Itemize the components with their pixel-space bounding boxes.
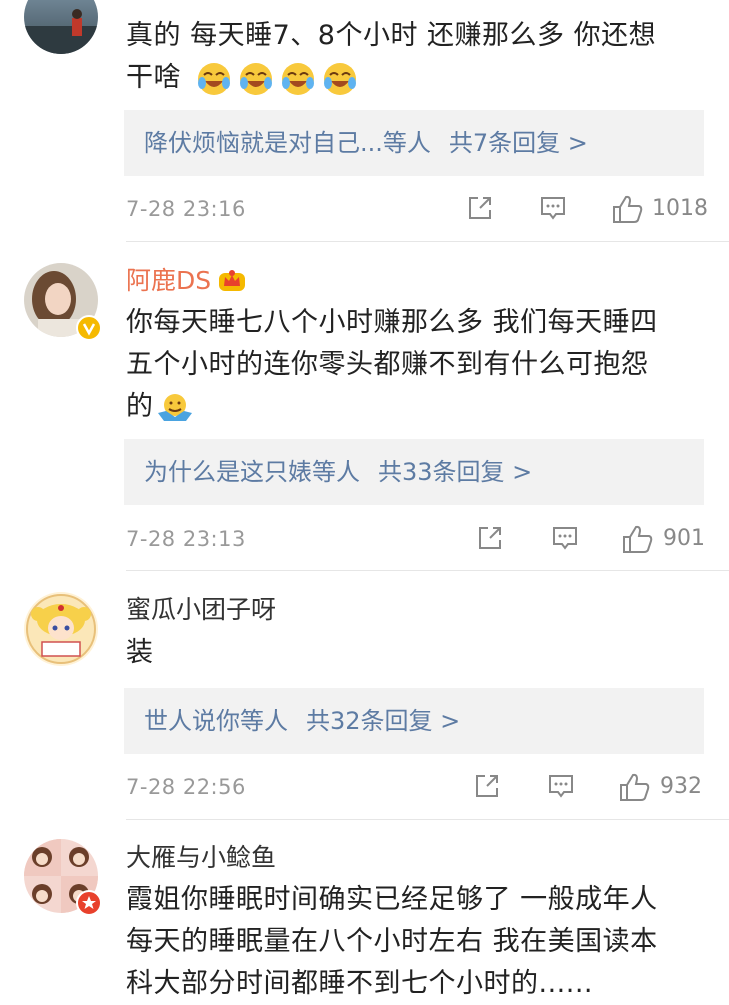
comment-time: 7-28 23:16 [126,197,246,221]
comment-text: 真的 每天睡7、8个小时 还赚那么多 你还想 干啥 [126,15,706,99]
comment-meta: 7-28 23:16 1018 [126,193,708,225]
comment-time: 7-28 23:13 [126,527,246,551]
comment-meta: 7-28 23:13 901 [126,523,706,555]
avatar[interactable] [24,592,98,666]
emoji-group [187,62,364,95]
comment-text-line: 真的 每天睡7、8个小时 还赚那么多 你还想 [126,20,657,51]
like-count: 932 [660,774,702,799]
reply-preview[interactable]: 世人说你等人 共32条回复 > [124,688,704,754]
comment-time: 7-28 22:56 [126,775,246,799]
reply-preview-users: 为什么是这只婊等人 [144,458,360,486]
vip-crown-icon [219,270,246,291]
laugh-cry-emoji-icon [240,62,273,95]
username[interactable]: 大雁与小鲶鱼 [126,843,276,873]
comment-item: 真的 每天睡7、8个小时 还赚那么多 你还想 干啥 降伏烦恼就是对自己...等人… [0,0,729,242]
username[interactable]: 蜜瓜小团子呀 [126,595,276,625]
comment-text-line: 霞姐你睡眠时间确实已经足够了 一般成年人 [126,884,658,915]
comment-text-line: 你每天睡七八个小时赚那么多 我们每天睡四 [126,307,658,338]
member-badge-icon [76,890,102,916]
comment-text-fragment: 干啥 [126,62,181,93]
thumbs-up-icon[interactable] [612,194,644,224]
laugh-cry-emoji-icon [198,62,231,95]
comment-text-line: 装 [126,637,154,668]
like-count: 1018 [652,196,708,221]
comment-icon[interactable] [539,194,567,222]
reply-preview[interactable]: 为什么是这只婊等人 共33条回复 > [124,439,704,505]
reply-preview[interactable]: 降伏烦恼就是对自己...等人 共7条回复 > [124,110,704,176]
comment-item: 大雁与小鲶鱼 霞姐你睡眠时间确实已经足够了 一般成年人 每天的睡眠量在八个小时左… [0,820,729,1000]
reply-count-link[interactable]: 共33条回复 > [378,458,532,486]
comment-text: 霞姐你睡眠时间确实已经足够了 一般成年人 每天的睡眠量在八个小时左右 我在美国读… [126,879,706,1005]
comment-text: 装 [126,632,706,674]
share-icon[interactable] [476,524,504,552]
comment-icon[interactable] [551,524,579,552]
comment-text-line: 每天的睡眠量在八个小时左右 我在美国读本 [126,926,658,957]
reply-preview-users: 世人说你等人 [144,707,288,735]
comment-icon[interactable] [547,772,575,800]
comment-text-line: 干啥 [126,57,706,99]
thumbs-up-icon[interactable] [622,524,654,554]
comment-text: 你每天睡七八个小时赚那么多 我们每天睡四 五个小时的连你零头都赚不到有什么可抱怨… [126,302,706,428]
share-icon[interactable] [473,772,501,800]
username[interactable]: 阿鹿DS [126,266,247,296]
comment-item: 蜜瓜小团子呀 装 世人说你等人 共32条回复 > 7-28 22:56 932 [0,571,729,820]
share-icon[interactable] [466,194,494,222]
reply-count-link[interactable]: 共32条回复 > [306,707,460,735]
reply-count-link[interactable]: 共7条回复 > [449,129,588,157]
comment-meta: 7-28 22:56 932 [126,771,706,803]
comment-item: 阿鹿DS 你每天睡七八个小时赚那么多 我们每天睡四 五个小时的连你零头都赚不到有… [0,242,729,571]
comment-text-line: 科大部分时间都睡不到七个小时的...... [126,968,593,999]
comment-text-line: 的 [126,386,706,428]
avatar[interactable] [24,0,98,54]
verified-badge-icon [76,315,102,341]
laugh-cry-emoji-icon [282,62,315,95]
thumbs-up-icon[interactable] [619,772,651,802]
username-text: 阿鹿DS [126,266,212,295]
shrug-emoji-icon [157,393,192,421]
comment-text-line: 五个小时的连你零头都赚不到有什么可抱怨 [126,349,649,380]
laugh-cry-emoji-icon [324,62,357,95]
like-count: 901 [663,526,705,551]
comment-text-fragment: 的 [126,391,154,422]
reply-preview-users: 降伏烦恼就是对自己...等人 [144,129,431,157]
